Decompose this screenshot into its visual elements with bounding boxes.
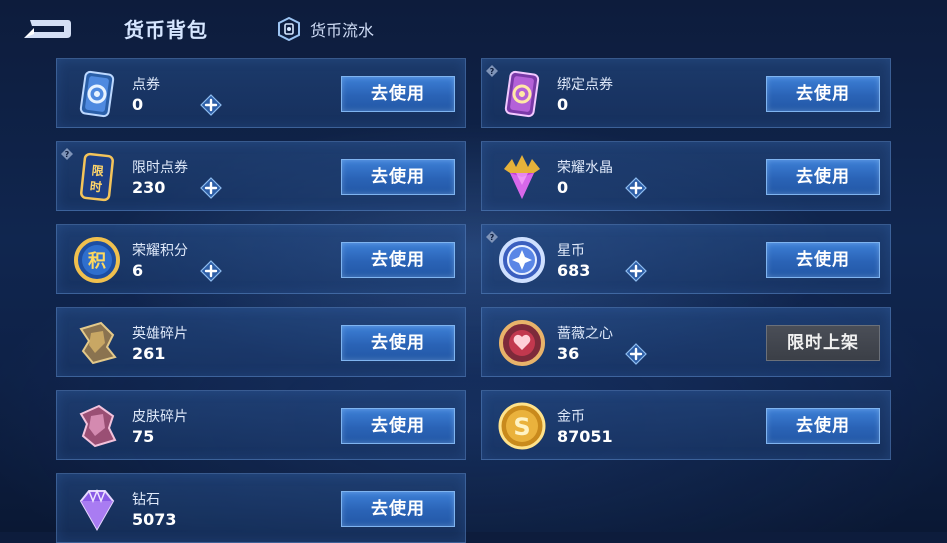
currency-name: 荣耀积分 — [132, 243, 188, 259]
currency-name: 蔷薇之心 — [557, 326, 613, 342]
currency-amount: 0 — [557, 95, 569, 114]
currency-flow-icon — [278, 17, 300, 41]
bound-coupon-icon — [496, 68, 548, 120]
add-currency-icon[interactable] — [200, 260, 222, 282]
currency-flow-link[interactable]: 货币流水 — [278, 16, 374, 42]
limited-coupon-icon: 限 时 — [71, 151, 123, 203]
currency-amount: 75 — [132, 427, 155, 446]
use-button[interactable]: 去使用 — [341, 76, 455, 112]
currency-amount: 230 — [132, 178, 166, 197]
currency-amount: 261 — [132, 344, 166, 363]
top-bar: 货币背包 货币流水 — [0, 0, 947, 56]
currency-amount: 36 — [557, 344, 580, 363]
use-button[interactable]: 去使用 — [341, 491, 455, 527]
currency-flow-label: 货币流水 — [310, 21, 375, 40]
currency-name: 英雄碎片 — [132, 326, 188, 342]
currency-name: 金币 — [557, 409, 585, 425]
currency-name: 荣耀水晶 — [557, 160, 613, 176]
svg-text:限: 限 — [91, 162, 105, 178]
svg-text:?: ? — [65, 150, 70, 159]
currency-name: 星币 — [557, 243, 585, 259]
use-button[interactable]: 去使用 — [341, 325, 455, 361]
currency-card: 蔷薇之心 36 限时上架 — [481, 307, 891, 377]
currency-card: ? 限 时 限时点券 230 去使用 — [56, 141, 466, 211]
currency-card: S 金币 87051 去使用 — [481, 390, 891, 460]
currency-card: ? 星币 683 去使用 — [481, 224, 891, 294]
currency-name: 绑定点券 — [557, 77, 613, 93]
glory-crystal-icon — [496, 151, 548, 203]
diamond-icon — [71, 483, 123, 535]
currency-amount: 5073 — [132, 510, 177, 529]
glory-points-icon: 积 — [71, 234, 123, 286]
back-button[interactable] — [22, 14, 72, 40]
star-coin-icon — [496, 234, 548, 286]
use-button[interactable]: 去使用 — [341, 242, 455, 278]
svg-text:?: ? — [490, 233, 495, 242]
add-currency-icon[interactable] — [200, 177, 222, 199]
svg-text:时: 时 — [89, 178, 103, 194]
currency-card: 荣耀水晶 0 去使用 — [481, 141, 891, 211]
coupon-ticket-icon — [71, 68, 123, 120]
svg-text:S: S — [513, 413, 530, 441]
currency-amount: 6 — [132, 261, 144, 280]
svg-text:积: 积 — [88, 251, 106, 272]
add-currency-icon[interactable] — [625, 177, 647, 199]
hero-fragment-icon — [71, 317, 123, 369]
currency-name: 钻石 — [132, 492, 160, 508]
add-currency-icon[interactable] — [625, 343, 647, 365]
svg-text:?: ? — [490, 67, 495, 76]
back-arrow-icon — [24, 20, 71, 38]
currency-amount: 0 — [557, 178, 569, 197]
limited-listing-button[interactable]: 限时上架 — [766, 325, 880, 361]
currency-card: 点券 0 去使用 — [56, 58, 466, 128]
add-currency-icon[interactable] — [200, 94, 222, 116]
use-button[interactable]: 去使用 — [766, 408, 880, 444]
currency-amount: 87051 — [557, 427, 613, 446]
skin-fragment-icon — [71, 400, 123, 452]
use-button[interactable]: 去使用 — [766, 159, 880, 195]
gold-coin-icon: S — [496, 400, 548, 452]
currency-name: 限时点券 — [132, 160, 188, 176]
currency-card: 积 荣耀积分 6 去使用 — [56, 224, 466, 294]
currency-name: 皮肤碎片 — [132, 409, 188, 425]
currency-card: 钻石 5073 去使用 — [56, 473, 466, 543]
currency-card: ? 绑定点券 0 去使用 — [481, 58, 891, 128]
currency-amount: 0 — [132, 95, 144, 114]
currency-name: 点券 — [132, 77, 160, 93]
add-currency-icon[interactable] — [625, 260, 647, 282]
currency-card: 英雄碎片 261 去使用 — [56, 307, 466, 377]
use-button[interactable]: 去使用 — [766, 242, 880, 278]
use-button[interactable]: 去使用 — [766, 76, 880, 112]
currency-amount: 683 — [557, 261, 591, 280]
use-button[interactable]: 去使用 — [341, 159, 455, 195]
currency-card: 皮肤碎片 75 去使用 — [56, 390, 466, 460]
rose-heart-icon — [496, 317, 548, 369]
use-button[interactable]: 去使用 — [341, 408, 455, 444]
page-title: 货币背包 — [124, 18, 208, 42]
